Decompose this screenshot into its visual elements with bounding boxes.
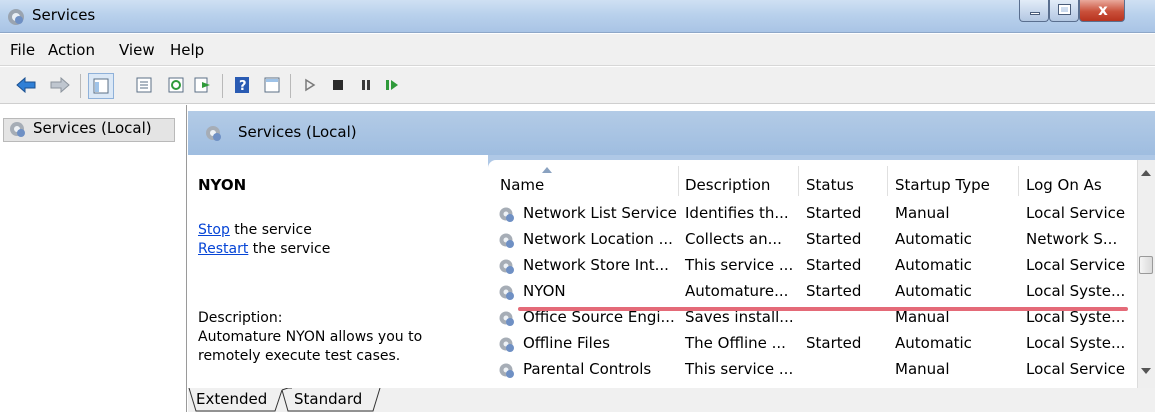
service-log-on-as: Local Service bbox=[1026, 360, 1126, 378]
scrollbar-thumb[interactable] bbox=[1139, 256, 1153, 274]
services-gear-icon bbox=[8, 9, 24, 25]
column-separator bbox=[678, 166, 679, 196]
toolbar-separator bbox=[222, 74, 223, 98]
column-header-name[interactable]: Name bbox=[500, 176, 544, 194]
service-description: Identifies th... bbox=[685, 204, 789, 222]
toolbar-separator bbox=[290, 74, 291, 98]
svg-text:?: ? bbox=[239, 79, 247, 94]
column-header-description[interactable]: Description bbox=[685, 176, 770, 194]
column-header-startup-type[interactable]: Startup Type bbox=[895, 176, 990, 194]
service-name: Network Store Int... bbox=[523, 256, 669, 274]
maximize-icon bbox=[1058, 4, 1071, 15]
service-gear-icon bbox=[499, 337, 514, 352]
services-gear-icon bbox=[10, 122, 25, 137]
scroll-down-icon[interactable] bbox=[1141, 368, 1151, 374]
tab-standard[interactable]: Standard bbox=[294, 390, 362, 408]
service-log-on-as: Network S... bbox=[1026, 230, 1118, 248]
minimize-icon bbox=[1030, 12, 1040, 15]
description-label: Description: bbox=[198, 310, 283, 326]
export-list-icon[interactable] bbox=[191, 73, 215, 97]
refresh-icon[interactable] bbox=[164, 73, 188, 97]
tab-extended[interactable]: Extended bbox=[196, 390, 267, 408]
help-icon[interactable]: ? bbox=[230, 73, 254, 97]
service-description: Automature... bbox=[685, 282, 789, 300]
highlight-underline bbox=[518, 307, 1128, 311]
service-gear-icon bbox=[499, 233, 514, 248]
service-log-on-as: Local Syste... bbox=[1026, 334, 1126, 352]
tree-item-label: Services (Local) bbox=[33, 119, 152, 137]
service-gear-icon bbox=[499, 363, 514, 378]
menu-help[interactable]: Help bbox=[170, 41, 204, 59]
service-description: Collects an... bbox=[685, 230, 782, 248]
service-description: The Offline ... bbox=[685, 334, 786, 352]
service-name: Network Location ... bbox=[523, 230, 673, 248]
forward-arrow-icon[interactable] bbox=[48, 73, 72, 97]
resume-service-icon[interactable] bbox=[380, 73, 404, 97]
console-tree bbox=[0, 105, 187, 412]
column-header-log-on-as[interactable]: Log On As bbox=[1026, 176, 1102, 194]
service-description: This service ... bbox=[685, 256, 794, 274]
service-startup-type: Manual bbox=[895, 204, 950, 222]
service-name: Network List Service bbox=[523, 204, 677, 222]
service-description: This service ... bbox=[685, 360, 794, 378]
service-gear-icon bbox=[499, 259, 514, 274]
maximize-button[interactable] bbox=[1049, 0, 1079, 22]
service-log-on-as: Local Service bbox=[1026, 204, 1126, 222]
sort-ascending-icon bbox=[542, 167, 552, 173]
service-startup-type: Automatic bbox=[895, 256, 972, 274]
service-gear-icon bbox=[499, 285, 514, 300]
minimize-button[interactable] bbox=[1019, 0, 1049, 22]
close-button[interactable]: x bbox=[1079, 0, 1125, 22]
service-startup-type: Automatic bbox=[895, 282, 972, 300]
stop-suffix: the service bbox=[229, 222, 312, 238]
back-arrow-icon[interactable] bbox=[14, 73, 38, 97]
stop-service-line: Stop the service bbox=[198, 222, 312, 238]
column-separator bbox=[887, 166, 888, 196]
service-status: Started bbox=[806, 204, 862, 222]
service-log-on-as: Local Syste... bbox=[1026, 282, 1126, 300]
vertical-scrollbar[interactable] bbox=[1137, 160, 1155, 388]
service-gear-icon bbox=[499, 207, 514, 222]
service-gear-icon bbox=[499, 311, 514, 326]
service-status: Started bbox=[806, 230, 862, 248]
window-title: Services bbox=[32, 6, 96, 24]
extended-view-icon[interactable] bbox=[260, 73, 284, 97]
selected-service-name: NYON bbox=[198, 176, 247, 194]
scroll-up-icon[interactable] bbox=[1141, 170, 1151, 176]
properties-icon[interactable] bbox=[132, 73, 156, 97]
restart-service-line: Restart the service bbox=[198, 241, 330, 257]
service-startup-type: Automatic bbox=[895, 334, 972, 352]
column-separator bbox=[798, 166, 799, 196]
stop-service-icon[interactable] bbox=[326, 73, 350, 97]
restart-link[interactable]: Restart bbox=[198, 241, 248, 257]
header-title: Services (Local) bbox=[238, 123, 357, 141]
service-status: Started bbox=[806, 282, 862, 300]
service-name: Parental Controls bbox=[523, 360, 652, 378]
service-name: Offline Files bbox=[523, 334, 610, 352]
column-header-status[interactable]: Status bbox=[806, 176, 854, 194]
description-text: Automature NYON allows you to remotely e… bbox=[198, 329, 423, 364]
service-status: Started bbox=[806, 334, 862, 352]
menu-action[interactable]: Action bbox=[48, 41, 95, 59]
start-service-icon[interactable] bbox=[298, 73, 322, 97]
services-gear-icon bbox=[206, 126, 221, 141]
show-hide-tree-icon[interactable] bbox=[88, 73, 114, 99]
service-startup-type: Automatic bbox=[895, 230, 972, 248]
pause-service-icon[interactable] bbox=[354, 73, 378, 97]
service-name: NYON bbox=[523, 282, 566, 300]
close-icon: x bbox=[1098, 1, 1108, 19]
service-status: Started bbox=[806, 256, 862, 274]
column-separator bbox=[1018, 166, 1019, 196]
title-bar bbox=[0, 0, 1155, 33]
stop-link[interactable]: Stop bbox=[198, 222, 230, 238]
menu-file[interactable]: File bbox=[10, 41, 35, 59]
menu-view[interactable]: View bbox=[119, 41, 155, 59]
service-startup-type: Manual bbox=[895, 360, 950, 378]
restart-suffix: the service bbox=[248, 241, 331, 257]
service-log-on-as: Local Service bbox=[1026, 256, 1126, 274]
toolbar-separator bbox=[80, 74, 81, 98]
